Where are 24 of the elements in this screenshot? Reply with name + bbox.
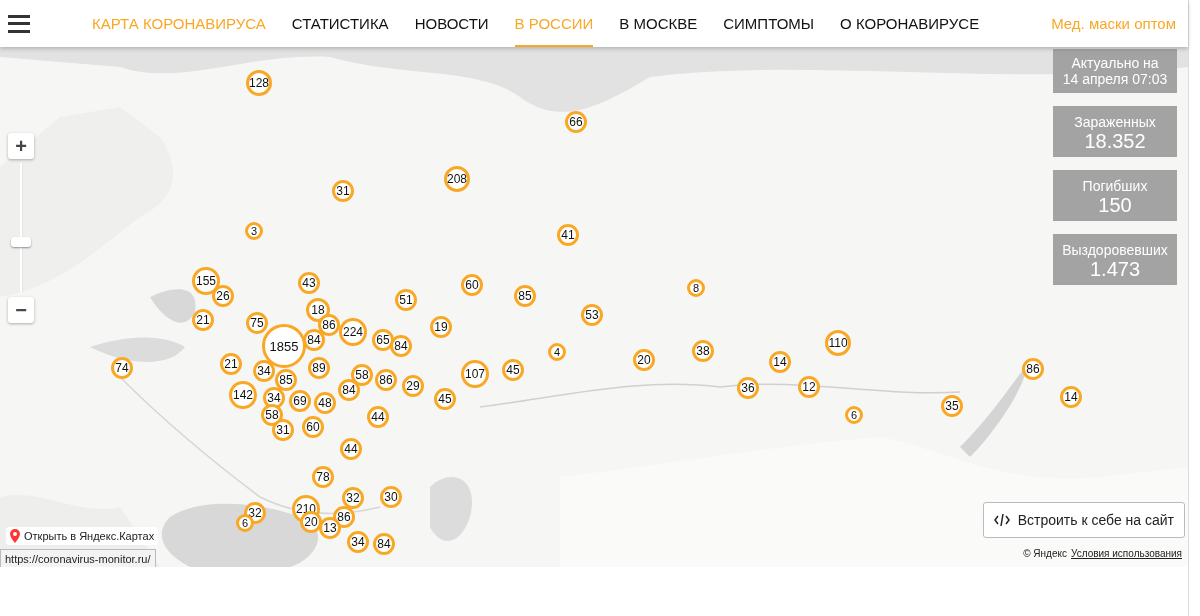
nav-link[interactable]: В МОСКВЕ: [619, 0, 698, 47]
zoom-in-button[interactable]: +: [8, 133, 34, 159]
code-icon: [993, 513, 1010, 527]
stat-label: Зараженных: [1074, 114, 1156, 130]
stat-label: Погибших: [1082, 178, 1148, 194]
zoom-out-button[interactable]: −: [8, 297, 34, 323]
map-pin-icon: [10, 529, 20, 543]
copyright-text: © Яндекс: [1023, 548, 1067, 559]
stat-value: 14 апреля 07:03: [1062, 71, 1168, 87]
terms-link[interactable]: Условия использования: [1071, 548, 1182, 559]
stat-value: 18.352: [1084, 130, 1146, 153]
nav-link[interactable]: СТАТИСТИКА: [291, 0, 389, 47]
zoom-handle[interactable]: [11, 237, 31, 248]
menu-button[interactable]: [8, 14, 30, 33]
nav-link[interactable]: НОВОСТИ: [414, 0, 489, 47]
nav-link[interactable]: СИМПТОМЫ: [723, 0, 815, 47]
stat-value: 1.473: [1089, 258, 1141, 281]
stat-label: Выздоровевших: [1062, 242, 1168, 258]
embed-button[interactable]: Встроить к себе на сайт: [982, 502, 1185, 538]
nav-link[interactable]: О КОРОНАВИРУСЕ: [840, 0, 980, 47]
stat-value: 150: [1098, 194, 1132, 217]
stat-label: Актуально на: [1071, 55, 1159, 71]
status-url: https://coronavirus-monitor.ru/: [0, 549, 156, 567]
open-in-maps-link[interactable]: Открыть в Яндекс.Картах: [6, 527, 159, 545]
